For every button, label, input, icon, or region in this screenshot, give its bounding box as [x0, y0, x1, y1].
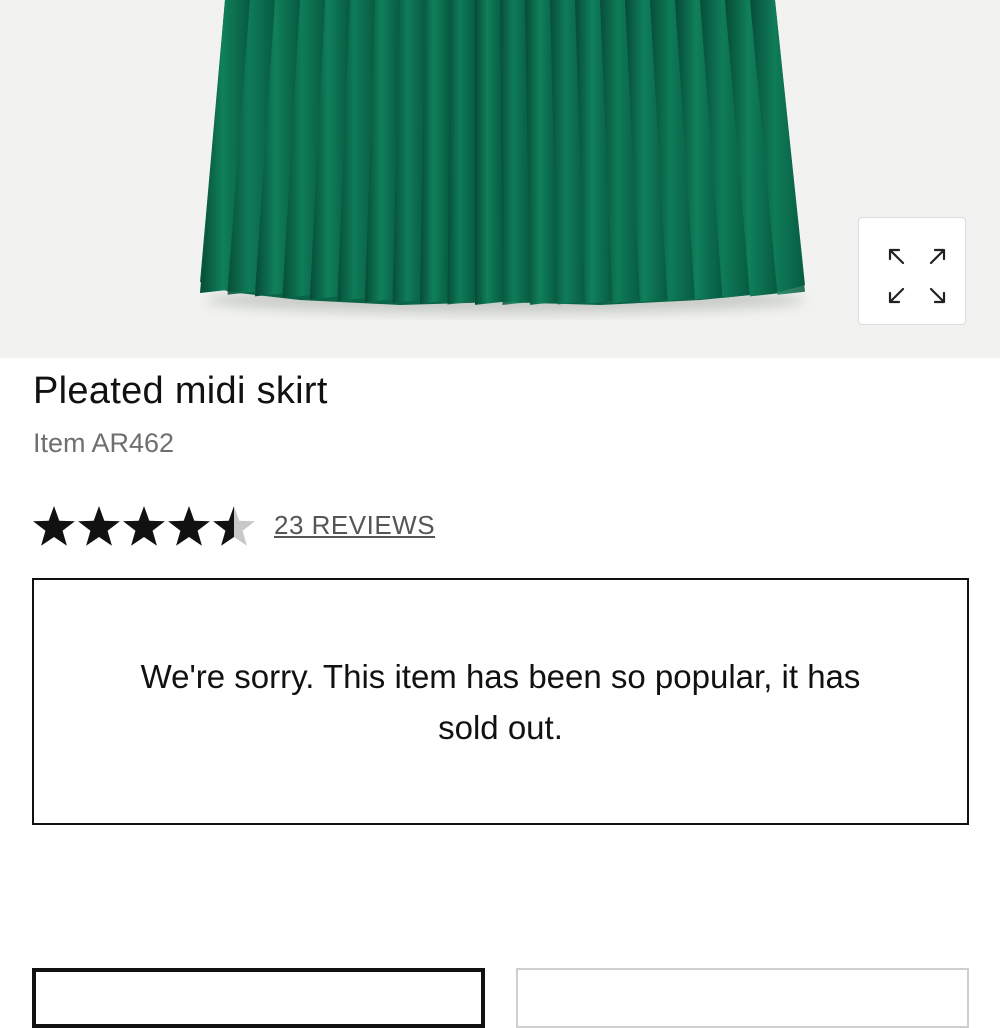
product-image[interactable]	[0, 0, 1000, 358]
product-title: Pleated midi skirt	[33, 370, 328, 412]
skirt-pleat	[420, 0, 450, 304]
star-icon	[78, 506, 120, 546]
skirt-pleat	[475, 0, 503, 305]
skirt-pleat	[447, 0, 475, 305]
expand-icon	[888, 248, 946, 304]
sold-out-message: We're sorry. This item has been so popul…	[140, 657, 861, 746]
star-icon	[168, 506, 210, 546]
star-icon	[213, 506, 255, 546]
primary-action-button[interactable]	[32, 968, 485, 1028]
reviews-link[interactable]: 23 REVIEWS	[274, 510, 435, 541]
skirt-pleat	[500, 0, 530, 305]
star-icon	[123, 506, 165, 546]
sold-out-notice: We're sorry. This item has been so popul…	[32, 578, 969, 825]
expand-image-button[interactable]	[858, 217, 966, 325]
secondary-action-button[interactable]	[516, 968, 969, 1028]
star-icon	[33, 506, 75, 546]
item-number: Item AR462	[33, 428, 175, 458]
skirt-photo	[200, 0, 805, 314]
